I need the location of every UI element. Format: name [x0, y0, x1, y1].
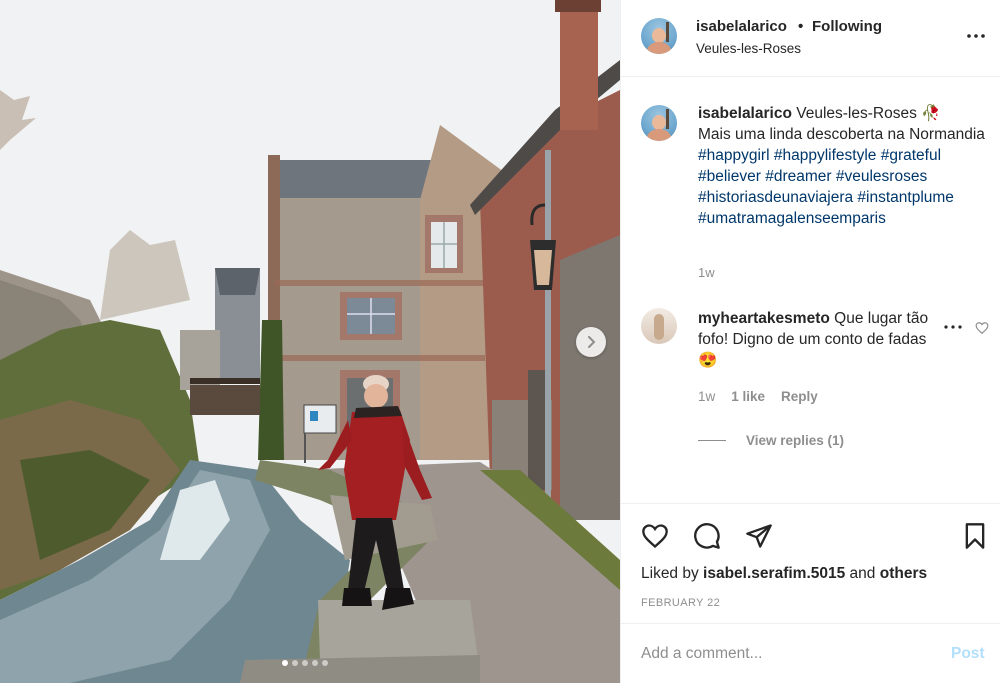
comment-more-icon[interactable]	[943, 324, 963, 330]
bookmark-icon[interactable]	[961, 522, 989, 550]
hashtag-link[interactable]: #dreamer	[765, 168, 831, 185]
caption-text: Veules-les-Roses 🥀	[796, 105, 941, 122]
carousel-dot	[312, 660, 318, 666]
carousel-dot	[322, 660, 328, 666]
hashtag-link[interactable]: #historiasdeunaviajera	[698, 189, 853, 206]
carousel-indicator	[282, 660, 328, 666]
comment-likes[interactable]: 1 like	[731, 389, 765, 404]
paper-plane-icon[interactable]	[745, 522, 773, 550]
post-details-panel: isabelalarico • Following Veules-les-Ros…	[620, 0, 1000, 683]
likes-conj: and	[849, 565, 876, 582]
comment-text-block: myheartakesmeto Que lugar tão fofo! Dign…	[698, 308, 946, 371]
avatar[interactable]	[641, 18, 677, 54]
following-button[interactable]: Following	[812, 18, 882, 35]
post-date[interactable]: FEBRUARY 22	[641, 597, 720, 609]
post-header: isabelalarico • Following Veules-les-Ros…	[621, 0, 1000, 77]
chevron-right-icon	[588, 336, 596, 348]
heart-icon[interactable]	[641, 522, 669, 550]
likes-summary: Liked by isabel.serafim.5015 and others	[641, 565, 927, 583]
comment-bubble-icon[interactable]	[693, 522, 721, 550]
carousel-dot	[282, 660, 288, 666]
comment-meta: 1w 1 like Reply	[698, 389, 818, 404]
next-photo-button[interactable]	[576, 327, 606, 357]
commenter-username[interactable]: myheartakesmeto	[698, 310, 830, 327]
comments-section[interactable]: isabelalarico Veules-les-Roses 🥀 Mais um…	[621, 78, 1000, 502]
caption-timestamp[interactable]: 1w	[698, 265, 715, 280]
post-caption: isabelalarico Veules-les-Roses 🥀 Mais um…	[698, 103, 988, 229]
photo-scene	[0, 0, 620, 683]
hashtag-link[interactable]: #happylifestyle	[774, 147, 877, 164]
hashtag-link[interactable]: #instantplume	[857, 189, 954, 206]
hashtags: #happygirl #happylifestyle #grateful #be…	[698, 147, 954, 227]
view-replies-label: View replies (1)	[746, 433, 845, 448]
post-comment-button[interactable]: Post	[951, 645, 985, 663]
hashtag-link[interactable]: #happygirl	[698, 147, 770, 164]
comment-heart-icon[interactable]	[975, 321, 989, 335]
caption-username[interactable]: isabelalarico	[698, 105, 792, 122]
divider	[698, 440, 726, 441]
carousel-dot	[292, 660, 298, 666]
hashtag-link[interactable]: #believer	[698, 168, 761, 185]
location-link[interactable]: Veules-les-Roses	[696, 41, 801, 56]
likes-others[interactable]: others	[880, 565, 927, 582]
view-replies-button[interactable]: View replies (1)	[698, 433, 844, 448]
reply-button[interactable]: Reply	[781, 389, 818, 404]
more-horizontal-icon[interactable]	[966, 28, 986, 44]
commenter-avatar[interactable]	[641, 308, 677, 344]
liked-by-user[interactable]: isabel.serafim.5015	[703, 565, 845, 582]
header-separator: •	[798, 18, 804, 35]
comment-input[interactable]	[641, 642, 921, 666]
likes-prefix: Liked by	[641, 565, 699, 582]
header-username[interactable]: isabelalarico	[696, 18, 787, 35]
comment-timestamp[interactable]: 1w	[698, 389, 715, 404]
hashtag-link[interactable]: #grateful	[881, 147, 941, 164]
caption-line2: Mais uma linda descoberta na Normandia	[698, 126, 985, 143]
hashtag-link[interactable]: #veulesroses	[836, 168, 927, 185]
add-comment-bar: Post	[621, 623, 1000, 683]
post-photo[interactable]	[0, 0, 620, 683]
avatar[interactable]	[641, 105, 677, 141]
carousel-dot	[302, 660, 308, 666]
hashtag-link[interactable]: #umatramagalenseemparis	[698, 210, 886, 227]
post-actions: Liked by isabel.serafim.5015 and others …	[621, 503, 1000, 623]
